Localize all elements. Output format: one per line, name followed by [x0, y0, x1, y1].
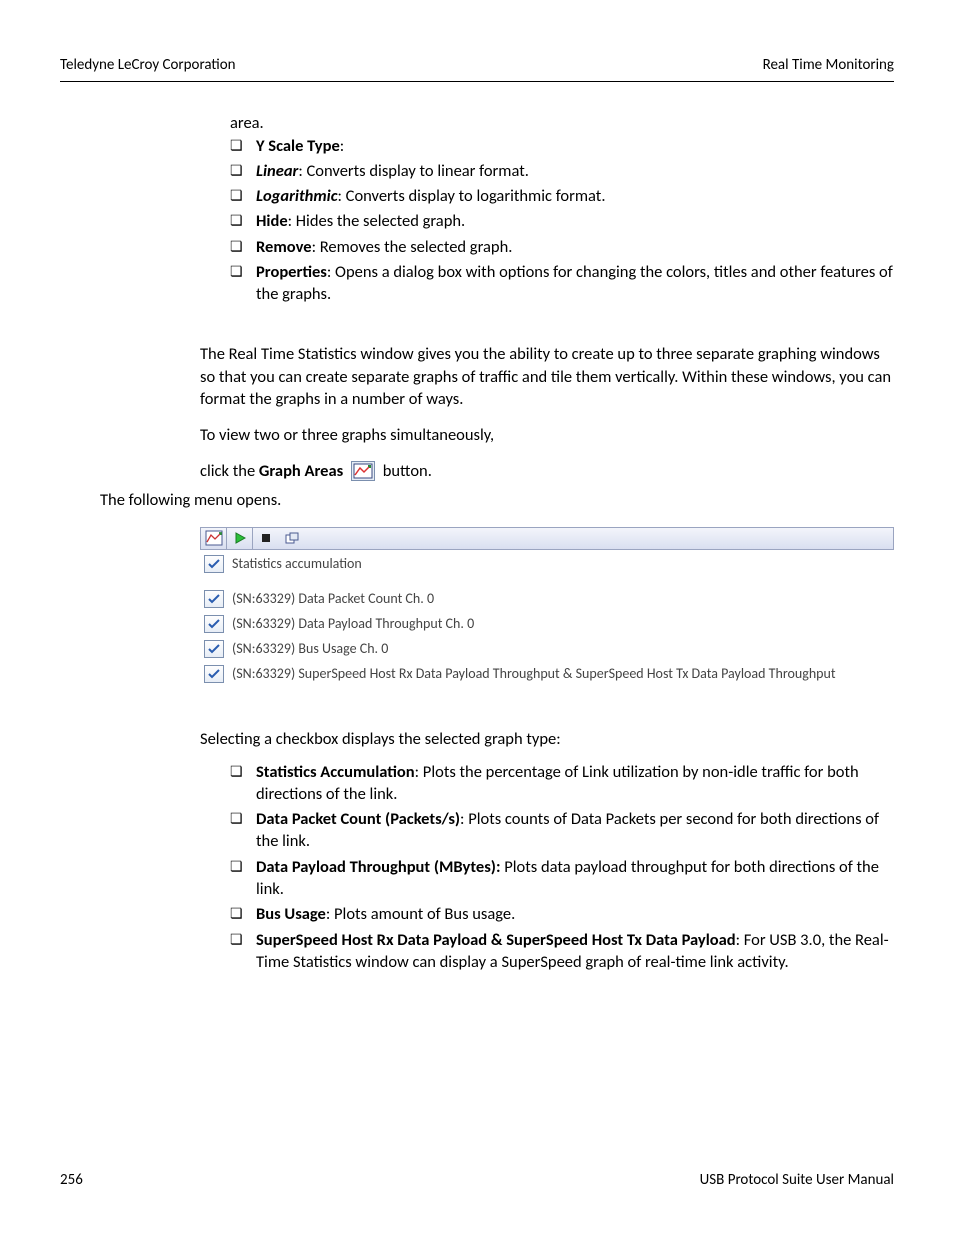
item-rest: : Hides the selected graph.	[288, 211, 466, 231]
item-bold: Y Scale Type	[256, 136, 340, 156]
menu-row: (SN:63329) Bus Usage Ch. 0	[200, 637, 894, 662]
graph-areas-label: Graph Areas	[259, 461, 343, 481]
paragraph-4: The following menu opens.	[60, 489, 894, 511]
toolbar-restore-button[interactable]	[279, 528, 305, 549]
square-bullet-icon	[230, 210, 256, 232]
item-rest: : Opens a dialog box with options for ch…	[256, 262, 893, 304]
list-item: Linear: Converts display to linear forma…	[230, 160, 894, 182]
item-rest: : Plots amount of Bus usage.	[326, 904, 515, 924]
square-bullet-icon	[230, 808, 256, 853]
paragraph-3: click the Graph Areas button.	[60, 460, 894, 482]
item-bold: SuperSpeed Host Rx Data Payload & SuperS…	[256, 930, 736, 950]
screenshot-rows: Statistics accumulation (SN:63329) Data …	[200, 550, 894, 690]
list-item: Remove: Removes the selected graph.	[230, 236, 894, 258]
screenshot-toolbar	[200, 527, 894, 550]
item-bold: Bus Usage	[256, 904, 326, 924]
item-bold: Properties	[256, 262, 327, 282]
list-item: Logarithmic: Converts display to logarit…	[230, 185, 894, 207]
menu-screenshot: Statistics accumulation (SN:63329) Data …	[200, 527, 894, 690]
square-bullet-icon	[230, 261, 256, 306]
list-item: Data Packet Count (Packets/s): Plots cou…	[230, 808, 894, 853]
list-item: Y Scale Type:	[230, 135, 894, 157]
p3a: click the	[200, 461, 259, 481]
menu-row-label: (SN:63329) SuperSpeed Host Rx Data Paylo…	[232, 665, 836, 684]
checkbox-checked[interactable]	[204, 555, 224, 573]
list-item: Properties: Opens a dialog box with opti…	[230, 261, 894, 306]
graph-areas-icon	[351, 461, 375, 481]
square-bullet-icon	[230, 160, 256, 182]
square-bullet-icon	[230, 761, 256, 806]
top-block: area. Y Scale Type: Linear: Converts dis…	[60, 112, 894, 305]
paragraph-2: To view two or three graphs simultaneous…	[60, 424, 894, 446]
menu-row: (SN:63329) SuperSpeed Host Rx Data Paylo…	[200, 662, 894, 687]
toolbar-stop-button[interactable]	[253, 528, 279, 549]
item-rest: :	[340, 136, 344, 156]
item-bold: Data Payload Throughput (MBytes):	[256, 857, 501, 877]
menu-row: (SN:63329) Data Packet Count Ch. 0	[200, 587, 894, 612]
p3b: button.	[383, 461, 432, 481]
menu-row-label: Statistics accumulation	[232, 555, 362, 574]
menu-row-label: (SN:63329) Data Payload Throughput Ch. 0	[232, 615, 474, 634]
checkbox-checked[interactable]	[204, 615, 224, 633]
list-item: Data Payload Throughput (MBytes): Plots …	[230, 856, 894, 901]
item-bold: Remove	[256, 237, 312, 257]
header-left: Teledyne LeCroy Corporation	[60, 55, 236, 75]
paragraph-1: The Real Time Statistics window gives yo…	[60, 343, 894, 410]
toolbar-chart-button[interactable]	[201, 528, 227, 549]
list-item: Bus Usage: Plots amount of Bus usage.	[230, 903, 894, 925]
square-bullet-icon	[230, 185, 256, 207]
item-rest: : Converts display to logarithmic format…	[338, 186, 606, 206]
toolbar-play-button[interactable]	[227, 528, 253, 549]
square-bullet-icon	[230, 929, 256, 974]
menu-row: (SN:63329) Data Payload Throughput Ch. 0	[200, 612, 894, 637]
square-bullet-icon	[230, 903, 256, 925]
item-bold: Logarithmic	[256, 186, 338, 206]
menu-row-label: (SN:63329) Bus Usage Ch. 0	[232, 640, 388, 659]
item-bold: Data Packet Count (Packets/s)	[256, 809, 460, 829]
list-item: SuperSpeed Host Rx Data Payload & SuperS…	[230, 929, 894, 974]
after-lead: Selecting a checkbox displays the select…	[60, 728, 894, 750]
item-rest: : Converts display to linear format.	[298, 161, 529, 181]
square-bullet-icon	[230, 856, 256, 901]
item-bold: Hide	[256, 211, 288, 231]
page-header: Teledyne LeCroy Corporation Real Time Mo…	[60, 55, 894, 82]
page-footer: 256 USB Protocol Suite User Manual	[60, 1170, 894, 1190]
list-item: Statistics Accumulation: Plots the perce…	[230, 761, 894, 806]
top-list: Y Scale Type: Linear: Converts display t…	[200, 135, 894, 306]
item-rest: : Removes the selected graph.	[312, 237, 513, 257]
continuation-text: area.	[200, 112, 894, 134]
item-bold: Statistics Accumulation	[256, 762, 415, 782]
page-number: 256	[60, 1170, 83, 1190]
footer-title: USB Protocol Suite User Manual	[700, 1170, 894, 1190]
checkbox-checked[interactable]	[204, 590, 224, 608]
header-right: Real Time Monitoring	[763, 55, 894, 75]
menu-row: Statistics accumulation	[200, 552, 894, 577]
after-list: Statistics Accumulation: Plots the perce…	[200, 761, 894, 973]
checkbox-checked[interactable]	[204, 640, 224, 658]
checkbox-checked[interactable]	[204, 665, 224, 683]
menu-row-label: (SN:63329) Data Packet Count Ch. 0	[232, 590, 434, 609]
list-item: Hide: Hides the selected graph.	[230, 210, 894, 232]
square-bullet-icon	[230, 135, 256, 157]
item-bold: Linear	[256, 161, 298, 181]
square-bullet-icon	[230, 236, 256, 258]
